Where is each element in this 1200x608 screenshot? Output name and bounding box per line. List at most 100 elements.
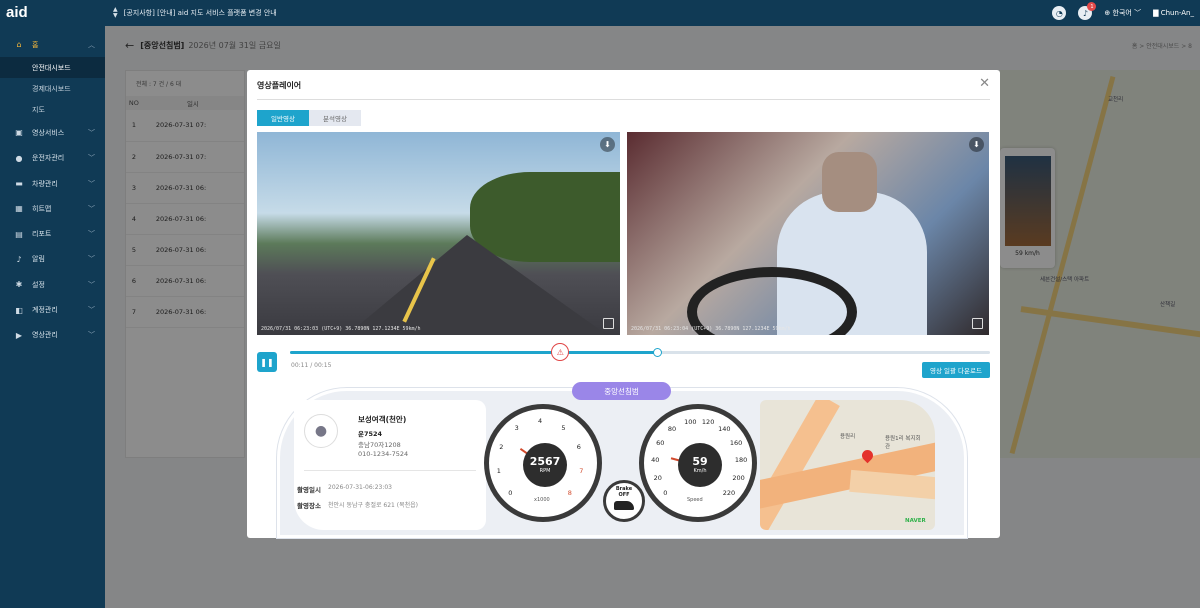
fullscreen-icon[interactable] [972,318,983,329]
download-icon[interactable]: ⬇ [600,137,615,152]
rpm-value: 2567 [529,455,561,468]
gauge-tick-label: 40 [651,456,660,464]
notification-badge: 1 [1087,2,1097,11]
speed-value: 59 [692,455,708,468]
film-icon: ▶ [15,330,23,340]
gauge-tick-label: 80 [667,425,677,434]
event-location-map[interactable]: 용원리 용원1리 복지회관 NAVER [760,400,935,530]
chevron-down-icon: ﹀ [88,280,95,289]
sidebar-item-label: 영상서비스 [32,128,65,137]
gauge-tick-label: 100 [684,417,697,426]
playback-progress-bar[interactable]: ⚠ [290,343,990,361]
video-timestamp: 2026/07/31 06:23:03 (UTC+9) 36.7890N 127… [261,326,421,332]
gauge-tick-label: 200 [732,473,745,482]
app-logo[interactable]: aid [0,0,105,26]
notice-scroll-icon[interactable]: ▲ ▼ [113,7,118,19]
tab-normal-video[interactable]: 일반영상 [257,110,309,126]
sidebar-item-label: 영상관리 [32,331,58,340]
sidebar-item-account[interactable]: ◧ 계정관리 ﹀ [0,297,105,322]
sidebar-item-report[interactable]: ▤ 리포트 ﹀ [0,221,105,246]
shot-place-label: 촬영장소 [297,502,321,510]
chevron-up-icon: ︿ [88,40,95,49]
gauge-tick-label: 5 [561,424,566,433]
map-label: 용원1리 복지회관 [885,436,921,450]
map-road [849,469,935,503]
sidebar-item-label: 히트맵 [32,204,52,213]
report-icon: ▤ [15,229,23,239]
sidebar-item-label: 알림 [32,255,45,264]
language-selector[interactable]: ⊕ 한국어 ﹀ [1104,8,1141,18]
gauge-tick-label: 140 [718,425,731,434]
user-avatar-icon: ▇ [1153,9,1159,17]
notification-bell-icon[interactable]: ♪ 1 [1078,2,1097,20]
sidebar-item-label: 리포트 [32,230,52,239]
sidebar-item-driver[interactable]: ● 운전자관리 ﹀ [0,146,105,171]
sidebar-item-vehicle[interactable]: ▬ 차량관리 ﹀ [0,171,105,196]
modal-divider [257,99,990,100]
gauge-tick-label: 2 [499,442,504,451]
support-icon[interactable]: ◔ [1052,6,1067,20]
gauge-tick-label: 180 [734,456,748,464]
car-icon: ▬ [15,179,23,189]
driver-info-card: ● 보성여객(천안) 운7524 충남70자1208 010-1234-7524… [294,400,486,530]
cabin-camera-video[interactable]: ⬇ 2026/07/31 06:23:04 (UTC+9) 36.7890N 1… [627,132,989,335]
driver-icon: ● [15,153,23,163]
sidebar-item-settings[interactable]: ✱ 설정 ﹀ [0,272,105,297]
home-icon: ⌂ [16,40,22,50]
account-icon: ◧ [15,305,23,315]
license-plate: 충남70자1208 [358,441,401,449]
brake-pedal-icon [614,501,634,510]
gauge-tick-label: 160 [729,438,743,447]
sidebar-item-label: 홈 [32,40,39,49]
naver-logo: NAVER [905,518,926,524]
driver-avatar-icon: ● [304,414,338,448]
bell-icon: ♪ [16,254,22,264]
gauge-tick-label: 20 [653,473,662,482]
event-type-badge: 중앙선침범 [572,382,671,400]
gauge-tick-label: 7 [579,467,584,476]
chevron-down-icon: ﹀ [1134,9,1142,17]
front-camera-video[interactable]: ⬇ 2026/07/31 06:23:03 (UTC+9) 36.7890N 1… [257,132,620,335]
rpm-readout: 2567 RPM [523,443,567,487]
sidebar-item-home[interactable]: ⌂ 홈 ︿ [0,32,105,57]
gauge-tick-label: 120 [701,417,715,426]
progress-handle[interactable] [653,348,663,357]
tab-analysis-video[interactable]: 분석영상 [309,110,361,126]
chevron-down-icon: ﹀ [88,306,95,315]
sidebar-subitem-map[interactable]: 지도 [0,99,105,120]
sidebar-item-alert[interactable]: ♪ 알림 ﹀ [0,247,105,272]
speed-caption: Speed [687,497,703,503]
notice-text[interactable]: [공지사항] [안내] aid 지도 서비스 플랫폼 변경 안내 [124,8,277,18]
video-timestamp: 2026/07/31 06:23:04 (UTC+9) 36.7890N 127… [631,326,791,332]
sidebar-item-label: 운전자관리 [32,154,65,163]
speed-gauge: 59 Km/h Speed 0 20 40 60 80 100 120 140 160 180 20… [639,404,757,522]
chevron-down-icon: ﹀ [88,128,95,137]
video-scene-road [347,235,607,335]
progress-fill [290,351,658,354]
brake-status: OFF [618,491,630,498]
pause-button[interactable]: ❚❚ [257,352,277,372]
gauge-tick-label: 0 [663,488,668,497]
playback-time: 00:11 / 00:15 [291,362,332,369]
download-all-button[interactable]: 영상 일괄 다운로드 [922,362,990,378]
rpm-unit: RPM [539,468,551,474]
video-player-modal: 영상플레이어 ✕ 일반영상 분석영상 ⬇ 2026/07/31 06:23:03… [247,70,1000,538]
close-icon[interactable]: ✕ [979,76,990,91]
language-label: 한국어 [1112,9,1132,17]
sidebar-subitem-safety-dashboard[interactable]: 안전대시보드 [0,57,105,79]
sidebar-subitem-economy-dashboard[interactable]: 경제대시보드 [0,78,105,99]
sidebar-item-label: 설정 [32,280,45,289]
fullscreen-icon[interactable] [603,318,614,329]
event-alarm-icon[interactable]: ⚠ [551,343,570,361]
gauge-tick-label: 0 [508,488,513,497]
modal-title: 영상플레이어 [257,81,302,90]
download-icon[interactable]: ⬇ [969,137,984,152]
gauge-tick-label: 3 [514,424,519,433]
sidebar-item-label: 차량관리 [32,179,58,188]
sidebar-item-heatmap[interactable]: ▦ 히트맵 ﹀ [0,196,105,221]
sidebar-item-video-service[interactable]: ▣ 영상서비스 ﹀ [0,120,105,145]
sidebar-item-video-manage[interactable]: ▶ 영상관리 ﹀ [0,323,105,348]
heatmap-icon: ▦ [15,204,23,214]
user-menu[interactable]: ▇ Chun-An_ [1153,9,1194,17]
brake-indicator: Brake OFF [603,480,645,522]
